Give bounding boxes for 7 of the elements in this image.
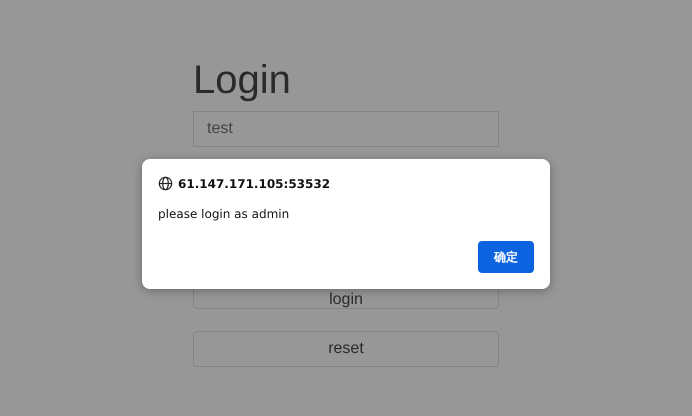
dialog-origin: 61.147.171.105:53532	[178, 176, 330, 190]
confirm-button[interactable]: 确定	[478, 241, 534, 273]
dialog-message: please login as admin	[158, 207, 290, 221]
reset-button[interactable]: reset	[193, 331, 499, 367]
globe-icon	[158, 176, 173, 191]
username-field[interactable]: test	[193, 111, 499, 147]
login-title: Login	[193, 57, 291, 104]
